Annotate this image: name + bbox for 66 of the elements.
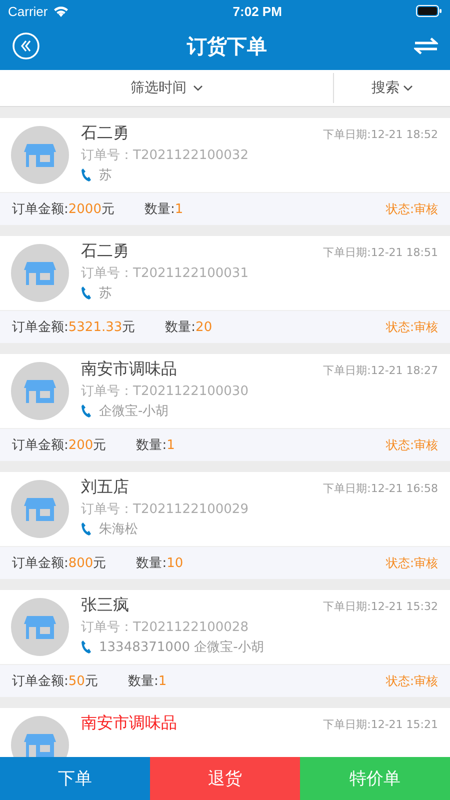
order-card[interactable]: 石二勇 下单日期:12-21 18:52 订单号：T2021122100032 苏 订单金额:2000元 数量:1 状态:审核 [0, 118, 450, 225]
order-date: 下单日期:12-21 18:52 [323, 127, 438, 142]
shop-icon [11, 126, 69, 184]
contact-text: 企微宝-小胡 [99, 403, 169, 420]
contact-text: 13348371000 企微宝-小胡 [99, 639, 264, 656]
order-amount: 订单金额:50元 [12, 673, 98, 690]
order-number: 订单号：T2021122100029 [81, 501, 250, 518]
carrier-label: Carrier [8, 4, 48, 18]
wifi-icon [52, 5, 69, 17]
order-number: 订单号：T2021122100028 [81, 619, 250, 636]
shop-icon [11, 362, 69, 420]
order-amount: 订单金额:5321.33元 [12, 319, 136, 336]
swap-arrows-icon[interactable] [414, 37, 438, 55]
order-status: 状态:审核 [386, 318, 438, 336]
customer-name: 南安市调味品 [81, 359, 177, 380]
order-status: 状态:审核 [386, 672, 438, 690]
customer-name: 石二勇 [81, 241, 129, 262]
shop-icon [11, 244, 69, 302]
order-quantity: 数量:1 [144, 201, 184, 218]
order-date: 下单日期:12-21 15:32 [323, 599, 438, 614]
search-dropdown[interactable]: 搜索 [334, 70, 450, 106]
customer-name: 张三疯 [81, 595, 129, 616]
order-date: 下单日期:12-21 18:51 [323, 245, 438, 260]
phone-icon [81, 286, 91, 300]
customer-name: 刘五店 [81, 477, 129, 498]
order-status: 状态:审核 [386, 436, 438, 454]
order-quantity: 数量:20 [165, 319, 212, 336]
order-amount: 订单金额:800元 [12, 555, 106, 572]
back-icon[interactable] [12, 32, 40, 60]
order-amount: 订单金额:2000元 [12, 201, 114, 218]
clock: 7:02 PM [232, 4, 282, 18]
phone-icon [81, 404, 91, 418]
order-date: 下单日期:12-21 18:27 [323, 363, 438, 378]
order-number: 订单号：T2021122100032 [81, 147, 250, 164]
order-card[interactable]: 南安市调味品 下单日期:12-21 15:21 [0, 708, 450, 757]
order-quantity: 数量:1 [128, 673, 167, 690]
order-number: 订单号：T2021122100030 [81, 383, 250, 400]
phone-icon [81, 522, 91, 536]
shop-icon [11, 598, 69, 656]
order-card[interactable]: 刘五店 下单日期:12-21 16:58 订单号：T2021122100029 朱海松 订单金额:800元 数量:10 状态:审核 [0, 472, 450, 579]
order-amount: 订单金额:200元 [12, 437, 106, 454]
order-number: 订单号：T2021122100031 [81, 265, 250, 282]
order-status: 状态:审核 [386, 200, 438, 218]
shop-icon [11, 480, 69, 538]
bottom-tab[interactable]: 下单 [0, 757, 150, 800]
caret-icon [192, 85, 202, 91]
order-quantity: 数量:10 [136, 555, 184, 572]
contact-text: 苏 [99, 167, 112, 184]
order-card[interactable]: 张三疯 下单日期:12-21 15:32 订单号：T2021122100028 13348371000 企微宝-小胡 订单金额:50元 数量:1 状态:审核 [0, 590, 450, 697]
order-card[interactable]: 石二勇 下单日期:12-21 18:51 订单号：T2021122100031 苏 订单金额:5321.33元 数量:20 状态:审核 [0, 236, 450, 343]
battery-icon [416, 5, 442, 17]
contact-text: 苏 [99, 285, 112, 302]
bottom-tab[interactable]: 退货 [150, 757, 300, 800]
order-status: 状态:审核 [386, 554, 438, 572]
order-quantity: 数量:1 [136, 437, 175, 454]
time-filter-dropdown[interactable]: 筛选时间 [0, 70, 333, 106]
phone-icon [81, 168, 91, 182]
customer-name: 石二勇 [81, 123, 129, 144]
contact-text: 朱海松 [99, 521, 138, 538]
order-date: 下单日期:12-21 15:21 [323, 717, 438, 732]
caret-icon [402, 85, 412, 91]
order-card[interactable]: 南安市调味品 下单日期:12-21 18:27 订单号：T2021122100030 企微宝-小胡 订单金额:200元 数量:1 状态:审核 [0, 354, 450, 461]
phone-icon [81, 640, 91, 654]
customer-name: 南安市调味品 [81, 713, 177, 734]
page-title: 订货下单 [187, 32, 267, 60]
order-date: 下单日期:12-21 16:58 [323, 481, 438, 496]
